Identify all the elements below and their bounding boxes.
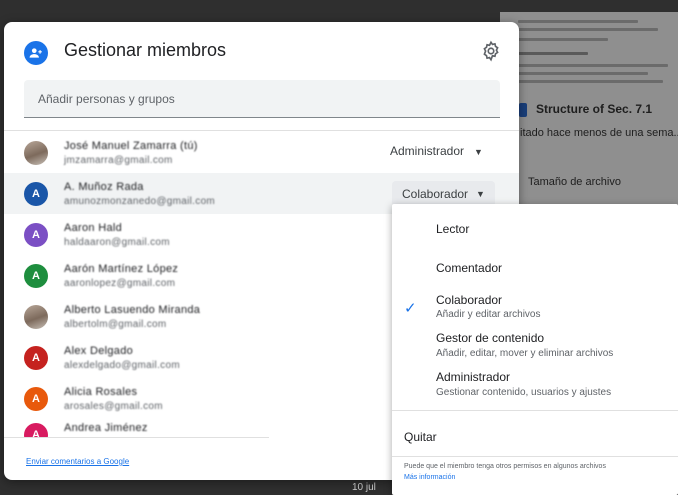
menu-option-administrador[interactable]: Administrador Gestionar contenido, usuar…	[392, 368, 678, 408]
member-name: José Manuel Zamarra (tú)	[64, 140, 198, 152]
background-doc-title: Structure of Sec. 7.1	[536, 102, 653, 116]
option-label: Comentador	[436, 261, 503, 275]
menu-option-colaborador[interactable]: ✓ Colaborador Añadir y editar archivos	[392, 290, 678, 330]
background-size-label: Tamaño de archivo	[528, 176, 621, 188]
avatar	[24, 305, 48, 329]
menu-option-gestor-de-contenido[interactable]: Gestor de contenido Añadir, editar, move…	[392, 330, 678, 370]
role-menu: Lector Comentador ✓ Colaborador Añadir y…	[392, 204, 678, 495]
member-name: Alicia Rosales	[64, 386, 138, 398]
member-name: Aarón Martínez López	[64, 263, 179, 275]
avatar: A	[24, 387, 48, 411]
member-email: jmzamarra@gmail.com	[64, 155, 173, 166]
role-label: Administrador	[390, 144, 465, 158]
more-info-link[interactable]: Más información	[404, 474, 455, 481]
background-bottom-text: 10 jul	[352, 482, 376, 493]
caret-down-icon: ▼	[476, 189, 485, 199]
member-name: Alberto Lasuendo Miranda	[64, 304, 201, 316]
add-people-input[interactable]	[36, 90, 500, 107]
menu-option-comentador[interactable]: Comentador	[392, 252, 678, 290]
member-name: Andrea Jiménez	[64, 422, 148, 434]
option-label: Colaborador	[436, 293, 503, 307]
avatar: A	[24, 346, 48, 370]
menu-divider	[392, 456, 678, 457]
document-icon	[519, 103, 527, 117]
member-email: albertolm@gmail.com	[64, 319, 167, 330]
caret-down-icon: ▼	[474, 147, 483, 157]
member-name: A. Muñoz Rada	[64, 181, 144, 193]
menu-option-lector[interactable]: Lector	[392, 204, 678, 252]
member-email: alexdelgado@gmail.com	[64, 360, 180, 371]
option-label: Gestor de contenido	[436, 331, 545, 345]
member-row[interactable]: José Manuel Zamarra (tú) jmzamarra@gmail…	[4, 132, 519, 173]
member-name: Alex Delgado	[64, 345, 134, 357]
feedback-link[interactable]: Enviar comentarios a Google	[26, 457, 129, 466]
menu-divider	[392, 410, 678, 411]
option-description: Añadir y editar archivos	[436, 309, 541, 320]
member-email: aaronlopez@gmail.com	[64, 278, 176, 289]
footer-divider	[4, 437, 269, 438]
member-email: amunozmonzanedo@gmail.com	[64, 196, 216, 207]
option-label: Lector	[436, 222, 470, 236]
add-person-icon	[24, 41, 48, 65]
check-icon: ✓	[404, 300, 417, 317]
avatar: A	[24, 423, 48, 438]
dialog-title: Gestionar miembros	[64, 40, 227, 60]
role-dropdown[interactable]: Administrador ▼	[390, 144, 483, 158]
background-doc-subtitle: itado hace menos de una sema...	[520, 127, 678, 139]
option-label: Administrador	[436, 370, 511, 384]
remove-member-button[interactable]: Quitar	[404, 430, 437, 444]
option-description: Añadir, editar, mover y eliminar archivo…	[436, 348, 614, 359]
member-email: arosales@gmail.com	[64, 401, 163, 412]
role-label: Colaborador	[402, 187, 469, 201]
option-description: Gestionar contenido, usuarios y ajustes	[436, 387, 612, 398]
member-name: Aaron Hald	[64, 222, 123, 234]
member-email: haldaaron@gmail.com	[64, 237, 170, 248]
header-divider	[4, 130, 519, 131]
avatar	[24, 141, 48, 165]
add-people-input-container[interactable]	[24, 80, 500, 118]
avatar: A	[24, 223, 48, 247]
avatar: A	[24, 182, 48, 206]
avatar: A	[24, 264, 48, 288]
permissions-note: Puede que el miembro tenga otros permiso…	[404, 463, 606, 470]
gear-icon[interactable]	[480, 40, 502, 62]
